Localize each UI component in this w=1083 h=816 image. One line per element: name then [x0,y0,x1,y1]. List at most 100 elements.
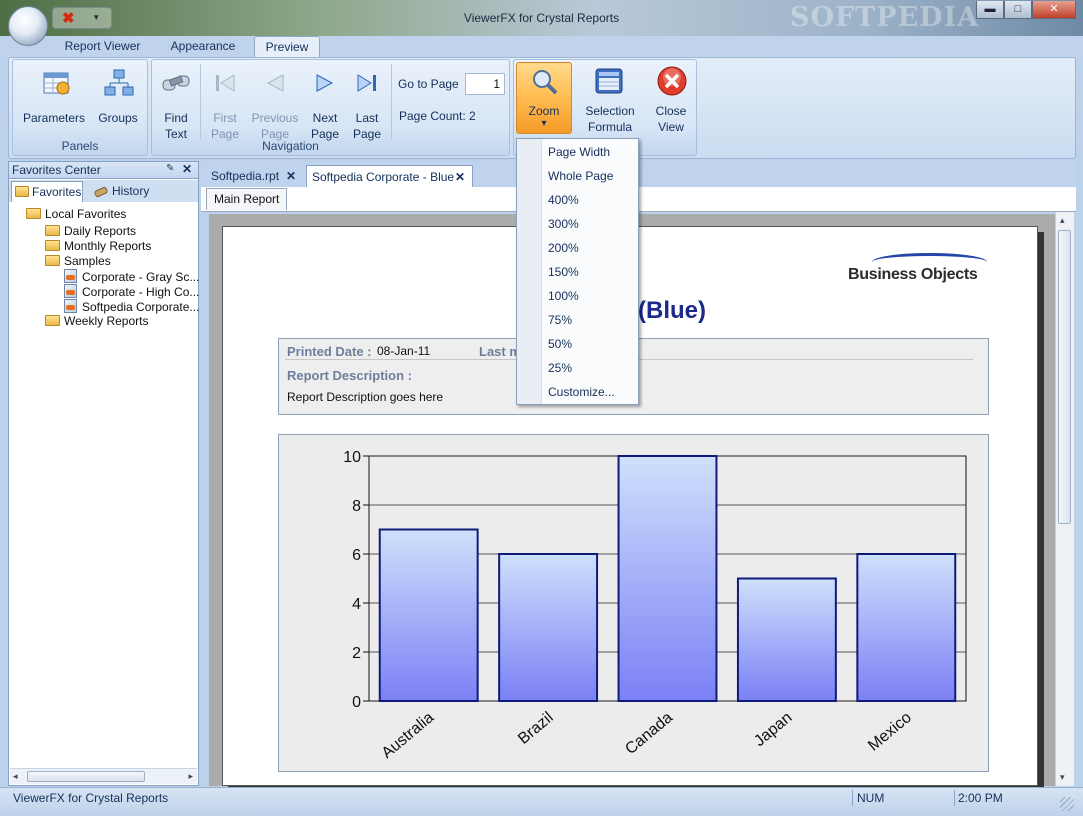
history-icon [94,186,108,198]
window-title: ViewerFX for Crystal Reports [463,11,620,25]
tab-softpedia-rpt[interactable]: Softpedia.rpt ✕ [203,165,304,187]
status-time: 2:00 PM [958,791,1003,805]
parameters-button[interactable]: Parameters [17,66,91,136]
tab-softpedia-corporate-blue[interactable]: Softpedia Corporate - Blue ✕ [306,165,473,187]
tab-history[interactable]: History [92,181,162,202]
close-window-button[interactable]: ✕ [1032,1,1076,19]
tab-preview[interactable]: Preview [254,36,320,57]
minimize-button[interactable]: ▬ [976,1,1004,19]
zoom-option-customize[interactable]: Customize... [548,385,615,399]
close-view-button[interactable]: Close View [647,62,695,134]
scroll-thumb[interactable] [27,771,145,782]
quick-access-toolbar [52,7,112,29]
selection-formula-button[interactable]: Selection Formula [575,62,645,134]
magnifier-icon [533,70,558,95]
go-to-page-input[interactable]: 1 [465,73,505,95]
zoom-option-200[interactable]: 200% [548,241,579,255]
folder-star-icon [26,208,41,219]
pin-icon[interactable]: ✎ [166,163,174,174]
status-app-name: ViewerFX for Crystal Reports [13,791,169,805]
business-objects-logo: Business Objects [848,266,978,283]
parameters-icon [43,72,70,95]
zoom-option-150[interactable]: 150% [548,265,579,279]
find-label: Find [164,111,188,125]
go-to-page-label: Go to Page [398,77,459,91]
first-label: First [213,111,237,125]
tree-item-sample[interactable]: Softpedia Corporate... [64,299,199,315]
zoom-option-100[interactable]: 100% [548,289,579,303]
first-page-button[interactable]: First Page [203,66,247,141]
close-label: Close [655,104,687,118]
folder-icon [45,315,60,326]
horizontal-scrollbar[interactable]: ◂ ▸ [10,768,197,784]
find-text-button[interactable]: Find Text [155,66,197,141]
groups-label: Groups [98,111,138,125]
close-panel-icon[interactable]: ✕ [182,162,192,176]
next-label: Next [312,111,338,125]
tree-item-samples[interactable]: Samples [45,254,111,269]
report-description: Report Description goes here [287,390,444,404]
application-menu-button[interactable] [8,6,48,46]
panels-group: Panels Parameters Groups [12,59,148,156]
folder-icon [45,255,60,266]
tree-label: Local Favorites [45,207,127,221]
y-tick-label: 2 [352,645,361,662]
first-page-label: Page [210,127,240,141]
close-report-icon[interactable]: ✖ [62,9,75,27]
view-label: View [658,120,684,134]
zoom-option-whole-page[interactable]: Whole Page [548,169,613,183]
printed-date-label: Printed Date : [287,344,372,359]
last-modified-label: Last m [479,344,521,359]
tree-label: Monthly Reports [64,239,152,253]
favorites-title: Favorites Center [12,163,101,177]
selection-label: Selection [585,104,635,118]
zoom-option-page-width[interactable]: Page Width [548,145,610,159]
next-page-button[interactable]: Next Page [304,66,346,141]
tree-item-sample[interactable]: Corporate - Gray Sc... [64,269,199,285]
chart-container: 0 2 4 6 8 10 Australia Brazil Canada Japan Mexico [278,434,989,772]
zoom-option-25[interactable]: 25% [548,361,572,375]
scroll-left-icon[interactable]: ◂ [13,771,18,782]
tab-favorites[interactable]: Favorites [11,181,83,202]
tree-item-monthly-reports[interactable]: Monthly Reports [45,239,151,254]
tab-main-report[interactable]: Main Report [206,188,288,210]
tree-item-weekly-reports[interactable]: Weekly Reports [45,314,148,329]
close-tab-icon[interactable]: ✕ [455,166,465,188]
close-tab-icon[interactable]: ✕ [286,165,296,187]
formula-icon [595,68,623,94]
zoom-button[interactable]: Zoom ▾ [516,62,572,134]
tree-label: Samples [64,254,111,268]
zoom-option-400[interactable]: 400% [548,193,579,207]
tab-report-viewer[interactable]: Report Viewer [56,36,149,57]
previous-page-button[interactable]: Previous Page [249,66,301,141]
tree-item-sample[interactable]: Corporate - High Co... [64,284,199,300]
bar [617,455,718,702]
parameters-label: Parameters [22,111,86,125]
report-file-icon [64,284,77,298]
tree-item-daily-reports[interactable]: Daily Reports [45,224,136,239]
tab-history-label: History [112,184,150,198]
tree-item-local-favorites[interactable]: Local Favorites [26,207,126,222]
status-num-lock: NUM [857,791,885,805]
scroll-thumb[interactable] [1058,230,1071,524]
scroll-down-icon[interactable]: ▾ [1060,772,1065,783]
quick-access-dropdown-icon[interactable]: ▾ [94,12,99,23]
previous-page-label: Page [260,127,290,141]
zoom-option-50[interactable]: 50% [548,337,572,351]
zoom-option-300[interactable]: 300% [548,217,579,231]
vertical-scrollbar[interactable]: ▴ ▾ [1055,212,1074,786]
x-tick-label: Japan [751,709,795,750]
tab-appearance[interactable]: Appearance [158,36,248,57]
x-tick-label: Australia [379,709,438,762]
zoom-option-75[interactable]: 75% [548,313,572,327]
maximize-button[interactable]: □ [1004,1,1032,19]
panels-group-label: Panels [61,139,99,153]
last-page-label: Page [352,127,382,141]
tree-label: Softpedia Corporate... [82,300,200,314]
last-page-button[interactable]: Last Page [346,66,388,141]
scroll-up-icon[interactable]: ▴ [1060,215,1065,226]
tree-label: Corporate - High Co... [82,285,200,299]
groups-button[interactable]: Groups [91,66,145,136]
scroll-right-icon[interactable]: ▸ [188,771,193,782]
resize-grip-icon[interactable] [1060,797,1074,811]
